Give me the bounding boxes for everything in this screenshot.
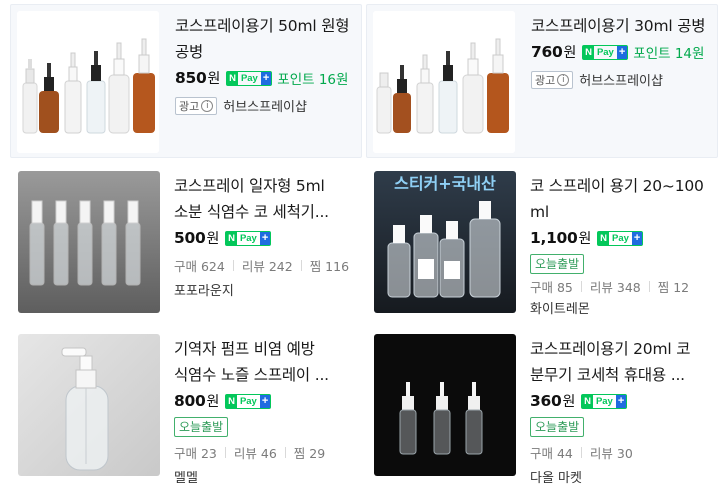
image-banner-text: 스티커+국내산: [394, 174, 496, 193]
naver-pay-badge: N Pay +: [225, 393, 272, 409]
product-card[interactable]: 스티커+국내산 코 스프레이 용기 20~100ml 1,100원 N Pay + …: [366, 167, 718, 321]
points-text: 포인트 14원: [633, 46, 705, 62]
product-image[interactable]: [374, 334, 516, 476]
purchase-count: 구매 44: [530, 446, 573, 461]
seller-name[interactable]: 허브스프레이샵: [223, 96, 307, 115]
naver-pay-badge: N Pay +: [597, 230, 644, 246]
product-card[interactable]: 코스프레이용기 50ml 원형 공병 850원 N Pay + 포인트 16원 광고…: [10, 4, 362, 158]
product-image[interactable]: [18, 171, 160, 313]
seller-name[interactable]: 화이트레몬: [530, 298, 714, 317]
product-title[interactable]: 코스프레이용기 30ml 공병: [531, 13, 715, 39]
info-icon[interactable]: i: [557, 73, 570, 86]
product-price: 500원: [174, 229, 220, 247]
product-stats: 구매 44 리뷰 30: [530, 443, 714, 462]
purchase-count: 구매 23: [174, 446, 217, 461]
today-shipping-badge: 오늘출발: [174, 417, 229, 437]
product-image[interactable]: 스티커+국내산: [374, 171, 516, 313]
product-title[interactable]: 코스프레이 일자형 5ml 소분 식염수 코 세척기...: [174, 173, 358, 225]
product-card[interactable]: 코스프레이용기 20ml 코 분무기 코세척 휴대용 ... 360원 N Pay…: [366, 330, 718, 486]
review-count[interactable]: 리뷰 30: [590, 443, 633, 462]
product-card[interactable]: 코스프레이용기 30ml 공병 760원 N Pay + 포인트 14원 광고 i 허…: [366, 4, 718, 158]
product-stats: 구매 624 리뷰 242 찜 116: [174, 256, 358, 275]
review-count[interactable]: 리뷰 242: [242, 256, 293, 275]
today-shipping-badge: 오늘출발: [530, 417, 585, 437]
today-shipping-badge: 오늘출발: [530, 254, 585, 274]
naver-pay-badge: N Pay +: [581, 393, 628, 409]
product-price: 800원: [174, 392, 220, 410]
product-price: 360원: [530, 392, 576, 410]
product-card[interactable]: 코스프레이 일자형 5ml 소분 식염수 코 세척기... 500원 N Pay +…: [10, 167, 362, 321]
wish-count[interactable]: 찜 12: [658, 277, 689, 296]
product-stats: 구매 23 리뷰 46 찜 29: [174, 443, 358, 462]
naver-pay-badge: N Pay +: [582, 44, 629, 60]
seller-name[interactable]: 포포라운지: [174, 280, 358, 299]
product-title[interactable]: 기역자 펌프 비염 예방 식염수 노즐 스프레이 ...: [174, 336, 358, 388]
review-count[interactable]: 리뷰 46: [234, 443, 277, 462]
ad-badge[interactable]: 광고 i: [175, 96, 218, 115]
wish-count[interactable]: 찜 29: [294, 443, 325, 462]
info-icon[interactable]: i: [201, 99, 214, 112]
seller-name[interactable]: 허브스프레이샵: [579, 70, 663, 89]
product-price: 760원: [531, 43, 577, 61]
review-count[interactable]: 리뷰 348: [590, 277, 641, 296]
ad-badge[interactable]: 광고 i: [531, 70, 574, 89]
purchase-count: 구매 85: [530, 280, 573, 295]
product-image[interactable]: [373, 11, 515, 153]
product-title[interactable]: 코스프레이용기 50ml 원형 공병: [175, 13, 359, 65]
product-title[interactable]: 코스프레이용기 20ml 코 분무기 코세척 휴대용 ...: [530, 336, 714, 388]
purchase-count: 구매 624: [174, 259, 225, 274]
wish-count[interactable]: 찜 116: [310, 256, 349, 275]
product-stats: 구매 85 리뷰 348 찜 12: [530, 277, 714, 296]
points-text: 포인트 16원: [277, 72, 349, 88]
product-image[interactable]: [17, 11, 159, 153]
seller-name[interactable]: 다올 마켓: [530, 467, 714, 486]
naver-pay-badge: N Pay +: [225, 230, 272, 246]
seller-name[interactable]: 멜멜: [174, 467, 358, 486]
product-card[interactable]: 기역자 펌프 비염 예방 식염수 노즐 스프레이 ... 800원 N Pay + …: [10, 330, 362, 486]
product-price: 1,100원: [530, 229, 592, 247]
product-image[interactable]: [18, 334, 160, 476]
naver-pay-badge: N Pay +: [226, 70, 273, 86]
product-title[interactable]: 코 스프레이 용기 20~100ml: [530, 173, 714, 225]
product-price: 850원: [175, 69, 221, 87]
